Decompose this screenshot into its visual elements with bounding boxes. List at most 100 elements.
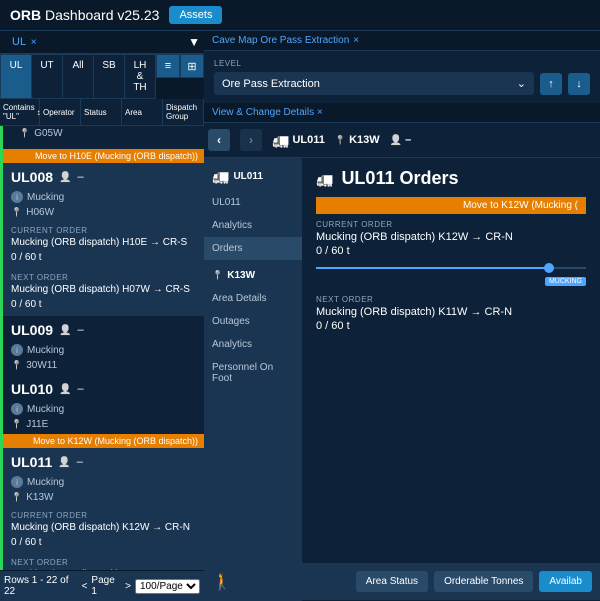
nav-item[interactable]: Outages — [204, 310, 302, 333]
tab-close-icon[interactable]: × — [353, 35, 359, 46]
pager-prev[interactable]: < — [82, 581, 88, 592]
seg-sb[interactable]: SB — [94, 55, 125, 98]
tab-view-change[interactable]: View & Change Details × — [212, 107, 323, 118]
fh-area[interactable]: Area — [122, 99, 163, 125]
progress-handle[interactable] — [544, 263, 554, 273]
detail-body: UL011 UL011 Analytics Orders K13W Area D… — [204, 158, 600, 601]
nav-item[interactable]: Personnel On Foot — [204, 356, 302, 390]
current-order: Mucking (ORB dispatch) K12W → CR-N — [3, 520, 204, 537]
grid-view-icon[interactable]: ⊞ — [180, 54, 204, 78]
progress-fill — [316, 267, 546, 269]
tab-close-icon[interactable]: × — [31, 37, 37, 48]
asset-title: UL010 — [11, 381, 53, 397]
nav-group-area[interactable]: K13W — [204, 260, 302, 287]
nav-forward-button[interactable]: › — [240, 129, 262, 151]
asset-status: Mucking — [27, 345, 64, 356]
level-selector: LEVEL Ore Pass Extraction⌄ ↑ ↓ — [204, 51, 600, 103]
filter-headers: Contains "UL"↕ Operator Status Area Disp… — [0, 99, 204, 126]
pager-page: Page 1 — [91, 575, 121, 597]
current-order-block: CURRENT ORDER Mucking (ORB dispatch) K12… — [316, 220, 586, 269]
person-icon — [59, 171, 71, 183]
level-dropdown[interactable]: Ore Pass Extraction⌄ — [214, 72, 534, 95]
seg-lhth[interactable]: LH & TH — [125, 55, 155, 98]
info-icon: i — [11, 344, 23, 356]
walking-person-icon[interactable]: 🚶 — [212, 572, 232, 592]
seg-all[interactable]: All — [63, 55, 94, 98]
nav-back-button[interactable]: ‹ — [208, 129, 230, 151]
pin-icon — [11, 492, 22, 503]
fh-status[interactable]: Status — [81, 99, 122, 125]
current-order-label: CURRENT ORDER — [316, 220, 586, 229]
asset-loc: H06W — [26, 207, 54, 218]
current-tonnes: 0 / 60 t — [3, 252, 204, 269]
level-down-button[interactable]: ↓ — [568, 73, 590, 95]
asset-loc: 30W11 — [26, 360, 57, 371]
current-order: Mucking (ORB dispatch) H10E → CR-S — [3, 235, 204, 252]
crumb-area[interactable]: K13W — [335, 134, 380, 146]
asset-status: Mucking — [27, 192, 64, 203]
dash-icon: – — [77, 456, 83, 468]
tab-ul[interactable]: UL × — [4, 33, 45, 51]
info-icon: i — [11, 191, 23, 203]
asset-title: UL008 — [11, 169, 53, 185]
current-order-tonnes: 0 / 60 t — [316, 245, 586, 257]
asset-list[interactable]: G05W UL008 – i Mucking H06W CURRENT ORDER … — [0, 126, 204, 570]
logo-version: Dashboard v25.23 — [41, 7, 159, 23]
asset-status: Mucking — [27, 404, 64, 415]
nav-item[interactable]: Area Details — [204, 287, 302, 310]
fh-contains[interactable]: Contains "UL"↕ — [0, 99, 40, 125]
pin-icon — [11, 360, 22, 371]
pager-next[interactable]: > — [125, 581, 131, 592]
crumb-person[interactable]: – — [390, 134, 412, 146]
level-up-button[interactable]: ↑ — [540, 73, 562, 95]
pin-icon — [11, 419, 22, 430]
tab-cave-map[interactable]: Cave Map Ore Pass Extraction × — [212, 35, 359, 46]
current-order-text: Mucking (ORB dispatch) K12W → CR-N — [316, 231, 586, 243]
asset-card[interactable]: UL011– iMucking K13W CURRENT ORDER Mucki… — [0, 434, 204, 570]
move-banner: Move to K12W (Mucking ( — [316, 197, 586, 214]
asset-card[interactable]: UL009– iMucking 30W11 — [0, 316, 204, 375]
fh-operator[interactable]: Operator — [40, 99, 81, 125]
right-tabs: Cave Map Ore Pass Extraction × — [204, 31, 600, 51]
nav-item[interactable]: UL011 — [204, 191, 302, 214]
asset-status: Mucking — [27, 477, 64, 488]
orderable-tonnes-button[interactable]: Orderable Tonnes — [434, 571, 533, 592]
seg-ut[interactable]: UT — [32, 55, 63, 98]
nav-group-asset[interactable]: UL011 — [204, 158, 302, 191]
nav-item[interactable]: Analytics — [204, 333, 302, 356]
current-order-label: CURRENT ORDER — [3, 222, 204, 235]
list-view-icon[interactable]: ≡ — [156, 54, 180, 78]
asset-card[interactable]: G05W — [0, 126, 204, 149]
available-button[interactable]: Availab — [539, 571, 592, 592]
person-icon — [59, 383, 71, 395]
filter-icon[interactable]: ▼ — [188, 35, 200, 49]
pin-icon — [212, 270, 223, 281]
progress-bar[interactable]: MUCKING — [316, 267, 586, 269]
chevron-down-icon: ⌄ — [517, 77, 526, 90]
dash-icon: – — [77, 324, 83, 336]
next-order: Mucking (ORB dispatch) K11W → CR-N — [3, 567, 204, 570]
segment-row: UL UT All SB LH & TH — [0, 54, 156, 99]
crumb-asset[interactable]: UL011 — [272, 132, 325, 149]
content-title: UL011 Orders — [316, 168, 586, 189]
asset-card[interactable]: UL008 – i Mucking H06W CURRENT ORDER Mucki… — [0, 149, 204, 316]
nav-pane: UL011 UL011 Analytics Orders K13W Area D… — [204, 158, 302, 601]
dash-icon: – — [77, 171, 83, 183]
asset-loc: K13W — [26, 492, 53, 503]
bottom-bar: 🚶 Area Status Orderable Tonnes Availab — [204, 563, 600, 600]
fh-dispatch[interactable]: Dispatch Group — [163, 99, 204, 125]
asset-card[interactable]: UL010– iMucking J11E — [0, 375, 204, 434]
pin-icon — [335, 135, 346, 146]
right-panel: Cave Map Ore Pass Extraction × LEVEL Ore… — [204, 31, 600, 601]
nav-item-orders[interactable]: Orders — [204, 237, 302, 260]
pager-select[interactable]: 100/Page — [135, 579, 200, 594]
assets-button[interactable]: Assets — [169, 6, 222, 24]
dash-icon: – — [77, 383, 83, 395]
next-order-label: NEXT ORDER — [316, 295, 586, 304]
nav-item[interactable]: Analytics — [204, 214, 302, 237]
header: ORB Dashboard v25.23 Assets — [0, 0, 600, 31]
area-status-button[interactable]: Area Status — [356, 571, 428, 592]
tab-close-icon[interactable]: × — [317, 107, 323, 118]
seg-ul[interactable]: UL — [1, 55, 32, 98]
next-order-label: NEXT ORDER — [3, 554, 204, 567]
